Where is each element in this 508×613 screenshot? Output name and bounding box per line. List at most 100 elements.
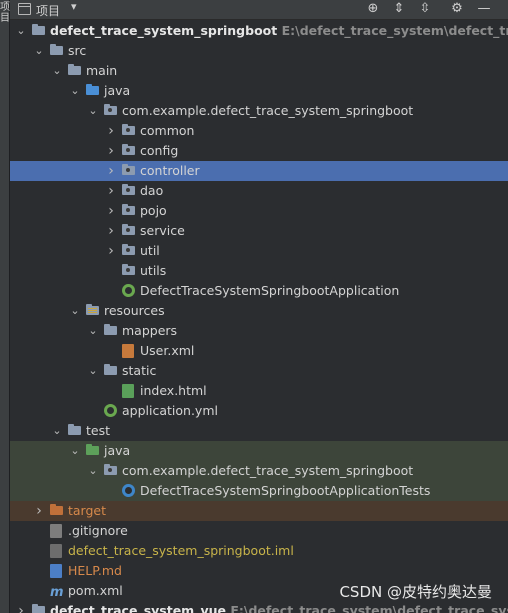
tree-row[interactable]: .gitignore [10,521,508,541]
tree-row[interactable]: DefectTraceSystemSpringbootApplication [10,281,508,301]
tree-item-label: common [140,123,195,138]
tree-row[interactable]: › common [10,121,508,141]
tree-row[interactable]: ⌄ com.example.defect_trace_system_springb… [10,461,508,481]
tree-row[interactable]: DefectTraceSystemSpringbootApplicationTe… [10,481,508,501]
tree-item-label: com.example.defect_trace_system_springbo… [122,103,414,118]
tree-row[interactable]: ⌄ test [10,421,508,441]
tree-item-label: User.xml [140,343,195,358]
tree-row[interactable]: utils [10,261,508,281]
tree-item-label: defect_trace_system_springboot E:\defect… [50,21,508,41]
chevron-down-icon[interactable]: ▾ [71,0,77,13]
spring-config-icon [104,404,117,417]
tree-item-label: main [86,63,118,78]
chevron-down-icon[interactable]: ⌄ [34,41,44,61]
tree-row[interactable]: ⌄ java [10,81,508,101]
chevron-right-icon[interactable]: › [106,121,116,141]
tree-row[interactable]: ⌄ main [10,61,508,81]
tree-row[interactable]: ⌄ com.example.defect_trace_system_springb… [10,101,508,121]
chevron-down-icon[interactable]: ⌄ [70,301,80,321]
package-icon [122,144,135,155]
tree-row[interactable]: ⌄ mappers [10,321,508,341]
iml-file-icon [50,544,62,558]
chevron-right-icon[interactable]: › [106,201,116,221]
chevron-down-icon[interactable]: ⌄ [70,441,80,461]
tree-item-label: DefectTraceSystemSpringbootApplicationTe… [140,483,431,498]
tree-item-label: service [140,223,185,238]
gitignore-file-icon [50,524,62,538]
tree-row[interactable]: ⌄ src [10,41,508,61]
tree-row[interactable]: › config [10,141,508,161]
markdown-file-icon [50,564,62,578]
collapse-all-icon[interactable]: ⇳ [417,1,433,17]
package-icon [122,224,135,235]
tree-row[interactable]: User.xml [10,341,508,361]
locate-icon[interactable]: ⊕ [365,1,381,17]
tree-item-label: pom.xml [68,583,123,598]
test-class-icon [122,484,135,497]
tree-item-label: dao [140,183,164,198]
chevron-down-icon[interactable]: ⌄ [88,321,98,341]
tree-item-label: static [122,363,157,378]
excluded-folder-icon [50,504,63,515]
chevron-down-icon[interactable]: ⌄ [88,361,98,381]
maven-file-icon: m [50,585,64,600]
tree-row[interactable]: › controller [10,161,508,181]
chevron-down-icon[interactable]: ⌄ [70,81,80,101]
chevron-right-icon[interactable]: › [106,181,116,201]
chevron-right-icon[interactable]: › [106,161,116,181]
tree-row[interactable]: › pojo [10,201,508,221]
package-icon [122,264,135,275]
chevron-down-icon[interactable]: ⌄ [88,101,98,121]
chevron-right-icon[interactable]: › [106,141,116,161]
module-path: E:\defect_trace_system\defect_trace_syst… [230,603,508,613]
chevron-down-icon[interactable]: ⌄ [52,421,62,441]
chevron-down-icon[interactable]: ⌄ [16,21,26,41]
package-icon [122,204,135,215]
package-icon [122,164,135,175]
tree-row[interactable]: index.html [10,381,508,401]
tree-row[interactable]: ⌄ static [10,361,508,381]
folder-icon [50,44,63,55]
tree-item-label: application.yml [122,403,218,418]
tree-item-label: utils [140,263,167,278]
chevron-right-icon[interactable]: › [34,501,44,521]
chevron-down-icon[interactable]: ⌄ [88,461,98,481]
source-folder-icon [86,84,99,95]
tree-row[interactable]: › defect_trace_system_vue E:\defect_trace… [10,601,508,613]
tree-row[interactable]: › target [10,501,508,521]
tree-item-label: com.example.defect_trace_system_springbo… [122,463,414,478]
test-source-folder-icon [86,444,99,455]
tree-row[interactable]: defect_trace_system_springboot.iml [10,541,508,561]
html-file-icon [122,384,134,398]
package-icon [122,124,135,135]
tree-row[interactable]: › service [10,221,508,241]
expand-all-icon[interactable]: ⇕ [391,1,407,17]
toolbar-title[interactable]: 项目 [36,2,60,19]
tree-item-label: test [86,423,111,438]
tree-item-label: mappers [122,323,178,338]
tree-item-label: index.html [140,383,207,398]
chevron-right-icon[interactable]: › [106,221,116,241]
module-folder-icon [32,604,45,613]
chevron-right-icon[interactable]: › [106,241,116,261]
project-toolbar: 项目 ▾ ⊕ ⇕ ⇳ ⚙ — [10,0,508,20]
tree-row[interactable]: application.yml [10,401,508,421]
xml-file-icon [122,344,134,358]
tree-row[interactable]: › dao [10,181,508,201]
gear-icon[interactable]: ⚙ [449,1,465,17]
folder-icon [104,324,117,335]
module-path: E:\defect_trace_system\defect_trace_syst… [281,23,508,38]
project-tree[interactable]: ⌄ defect_trace_system_springboot E:\defec… [10,21,508,613]
tree-row[interactable]: ⌄ java [10,441,508,461]
tree-row[interactable]: › util [10,241,508,261]
tree-item-label: util [140,243,160,258]
tree-item-label: defect_trace_system_vue E:\defect_trace_… [50,601,508,613]
tree-row[interactable]: ⌄ resources [10,301,508,321]
chevron-down-icon[interactable]: ⌄ [52,61,62,81]
project-tool-label[interactable]: 项目 [0,2,10,24]
tree-row[interactable]: ⌄ defect_trace_system_springboot E:\defec… [10,21,508,41]
tree-item-label: HELP.md [68,563,122,578]
chevron-right-icon[interactable]: › [16,601,26,613]
tree-row[interactable]: HELP.md [10,561,508,581]
minimize-icon[interactable]: — [476,1,492,17]
